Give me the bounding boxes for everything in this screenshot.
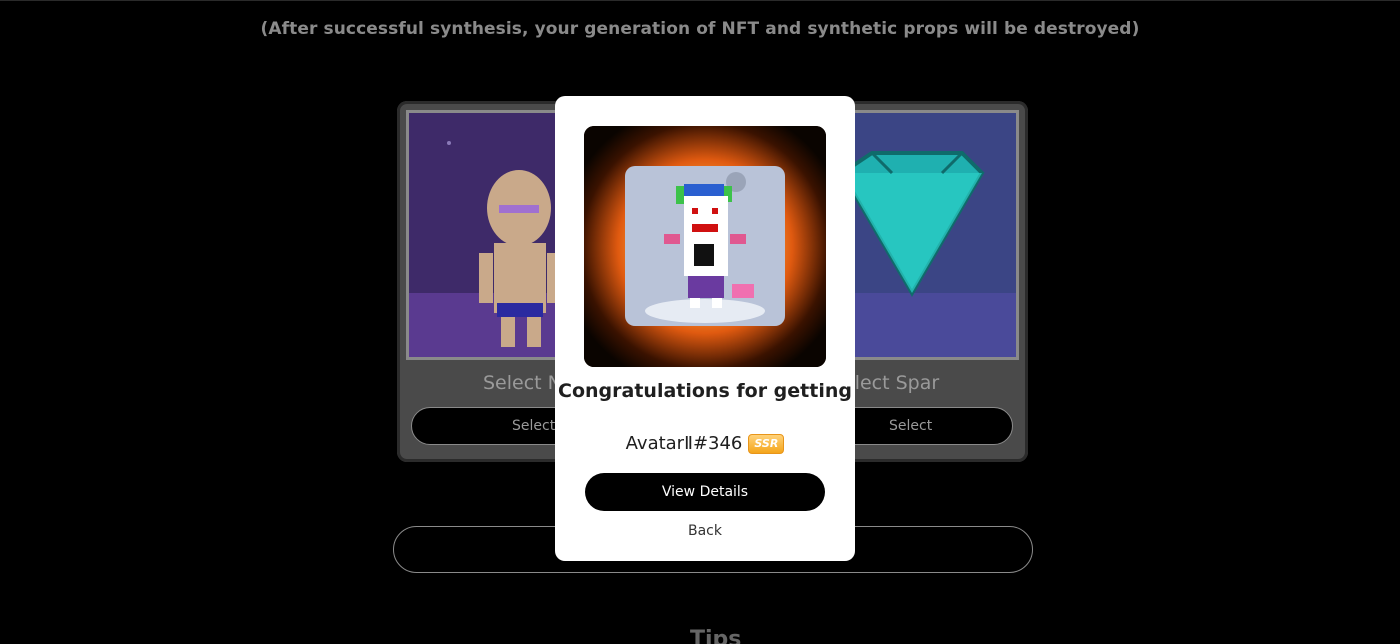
nft-slot-label: Select N <box>483 372 562 394</box>
reward-image <box>584 126 826 367</box>
modal-title: Congratulations for getting <box>558 380 852 402</box>
tips-heading: Tips <box>690 627 742 644</box>
back-button[interactable]: Back <box>555 523 855 539</box>
view-details-button[interactable]: View Details <box>585 473 825 511</box>
reward-name-row: AvatarⅡ#346 SSR <box>555 433 855 454</box>
explosion-avatar-image <box>584 126 826 367</box>
synthesis-notice: (After successful synthesis, your genera… <box>260 19 1140 39</box>
synthesis-page: (After successful synthesis, your genera… <box>0 0 1400 644</box>
reward-name: AvatarⅡ#346 <box>625 433 743 454</box>
spar-slot-label: elect Spar <box>843 372 940 394</box>
select-nft-label: Select <box>512 418 556 434</box>
reward-modal: Congratulations for getting AvatarⅡ#346 S… <box>555 96 855 561</box>
rarity-badge: SSR <box>748 434 785 454</box>
select-spar-label: Select <box>889 418 933 434</box>
